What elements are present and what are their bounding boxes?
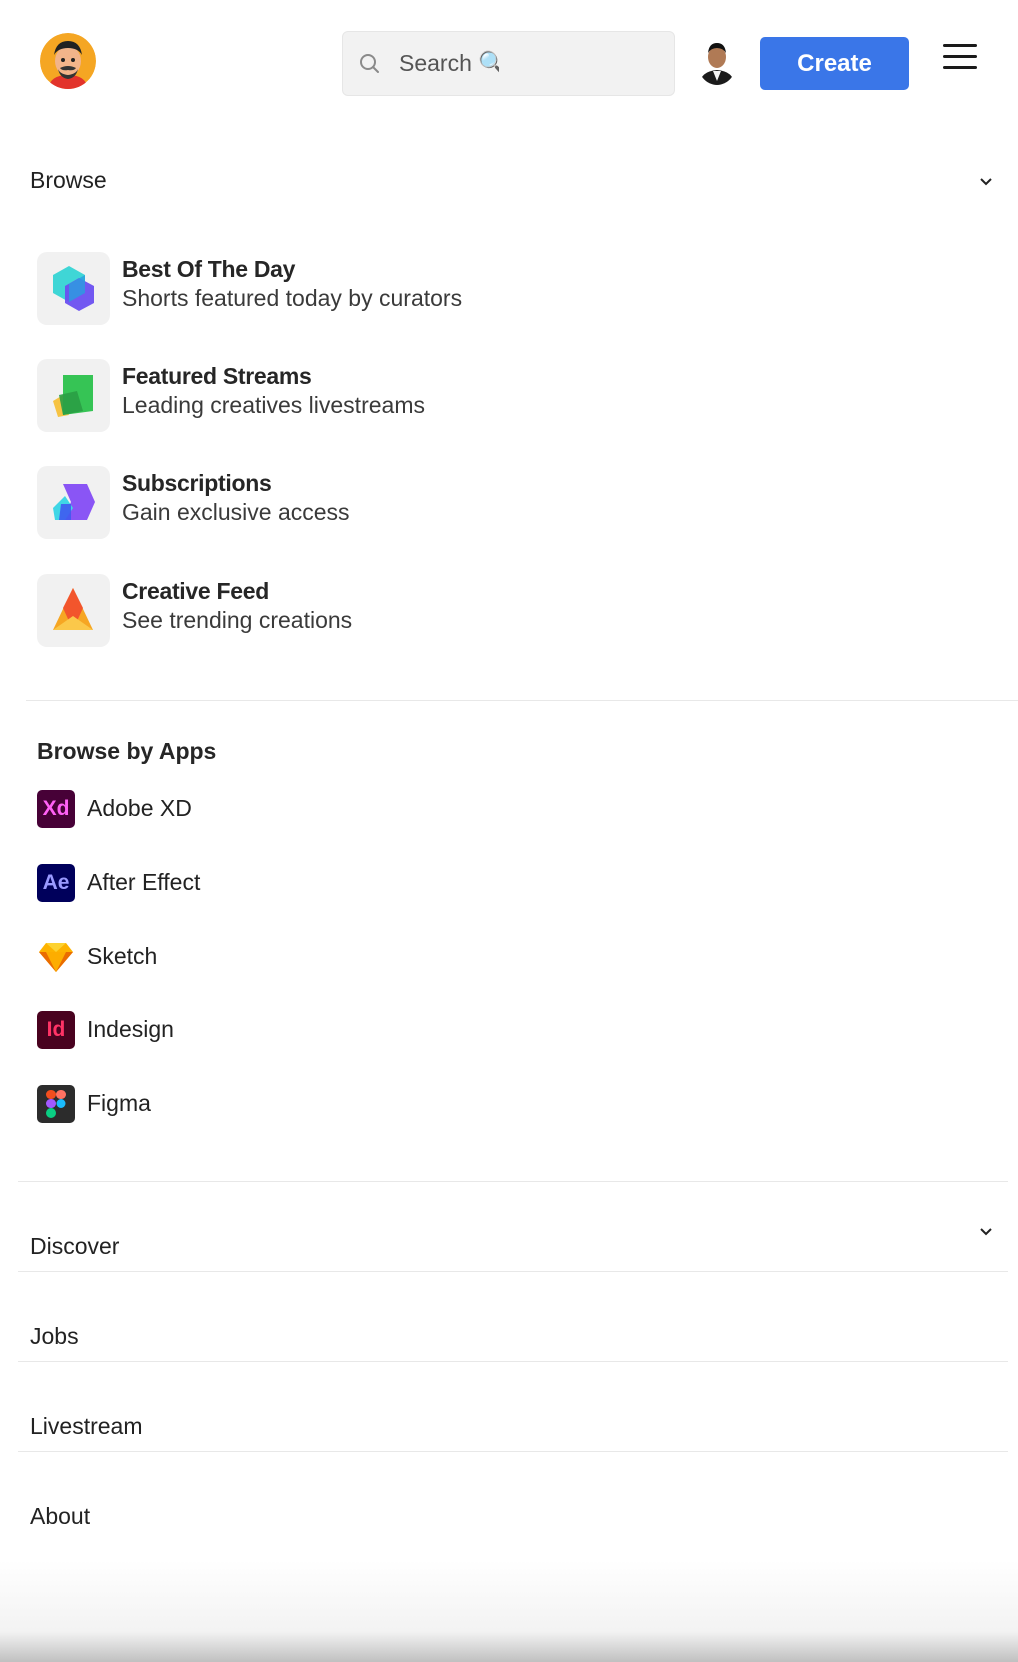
about-label: About: [30, 1503, 91, 1529]
browse-section-header[interactable]: Browse: [0, 155, 1018, 207]
stream-cards-icon: [53, 375, 93, 417]
browse-title: Browse: [30, 167, 107, 193]
app-item-after-effect[interactable]: Ae After Effect: [37, 864, 437, 906]
browse-item-subtitle: Leading creatives livestreams: [122, 392, 425, 418]
indesign-icon: Id: [37, 1011, 75, 1049]
browse-item-title: Featured Streams: [122, 363, 312, 389]
nav-about[interactable]: About: [0, 1473, 1018, 1561]
app-label: Figma: [87, 1090, 151, 1116]
app-label: After Effect: [87, 869, 201, 895]
best-of-the-day-tile: [37, 252, 110, 325]
divider: [18, 1271, 1008, 1272]
discover-label: Discover: [30, 1233, 120, 1259]
app-item-sketch[interactable]: Sketch: [37, 938, 437, 980]
divider: [18, 1181, 1008, 1182]
cartoon-face-icon: [40, 33, 96, 89]
browse-item-best-of-the-day[interactable]: Best Of The Day Shorts featured today by…: [37, 252, 837, 327]
livestream-label: Livestream: [30, 1413, 143, 1439]
browse-item-title: Best Of The Day: [122, 256, 296, 282]
hamburger-menu-icon[interactable]: [943, 44, 977, 74]
user-avatar[interactable]: [697, 37, 737, 85]
sketch-diamond-icon: [37, 938, 75, 976]
figma-icon: [37, 1085, 75, 1123]
browse-item-subtitle: See trending creations: [122, 607, 353, 633]
browse-item-creative-feed[interactable]: Creative Feed See trending creations: [37, 574, 837, 649]
divider: [26, 700, 1018, 701]
chevron-down-icon: [980, 178, 992, 186]
creative-feed-tile: [37, 574, 110, 647]
browse-item-subtitle: Gain exclusive access: [122, 499, 350, 525]
subscriptions-tile: [37, 466, 110, 539]
app-label: Sketch: [87, 943, 158, 969]
jobs-label: Jobs: [30, 1323, 79, 1349]
browse-item-subscriptions[interactable]: Subscriptions Gain exclusive access: [37, 466, 837, 541]
logo-avatar[interactable]: [40, 33, 96, 89]
app-item-figma[interactable]: Figma: [37, 1085, 437, 1127]
app-label: Adobe XD: [87, 795, 192, 821]
create-button[interactable]: Create: [760, 37, 909, 90]
search-icon: [360, 53, 379, 73]
app-item-adobe-xd[interactable]: Xd Adobe XD: [37, 790, 437, 832]
divider: [18, 1361, 1008, 1362]
chevron-shape-icon: [53, 484, 95, 520]
browse-by-apps-title: Browse by Apps: [37, 738, 217, 764]
divider: [18, 1451, 1008, 1452]
chevron-down-icon: [980, 1228, 992, 1236]
browse-item-title: Subscriptions: [122, 470, 272, 496]
user-photo-icon: [697, 37, 737, 85]
hexagon-cube-icon: [53, 266, 94, 311]
featured-streams-tile: [37, 359, 110, 432]
peak-triangle-icon: [53, 588, 93, 630]
after-effects-icon: Ae: [37, 864, 75, 902]
bottom-shadow: [0, 1560, 1018, 1662]
nav-jobs[interactable]: Jobs: [0, 1293, 1018, 1381]
browse-item-title: Creative Feed: [122, 578, 269, 604]
adobe-xd-icon: Xd: [37, 790, 75, 828]
page: Create Browse Best Of The Day Shorts fea…: [0, 0, 1018, 1662]
app-label: Indesign: [87, 1016, 174, 1042]
browse-item-featured-streams[interactable]: Featured Streams Leading creatives lives…: [37, 359, 837, 434]
browse-item-subtitle: Shorts featured today by curators: [122, 285, 463, 311]
search-box[interactable]: [342, 31, 675, 96]
search-input[interactable]: [399, 50, 499, 77]
header: Create: [0, 0, 1018, 130]
nav-livestream[interactable]: Livestream: [0, 1383, 1018, 1471]
app-item-indesign[interactable]: Id Indesign: [37, 1011, 437, 1053]
nav-discover[interactable]: Discover: [0, 1203, 1018, 1291]
